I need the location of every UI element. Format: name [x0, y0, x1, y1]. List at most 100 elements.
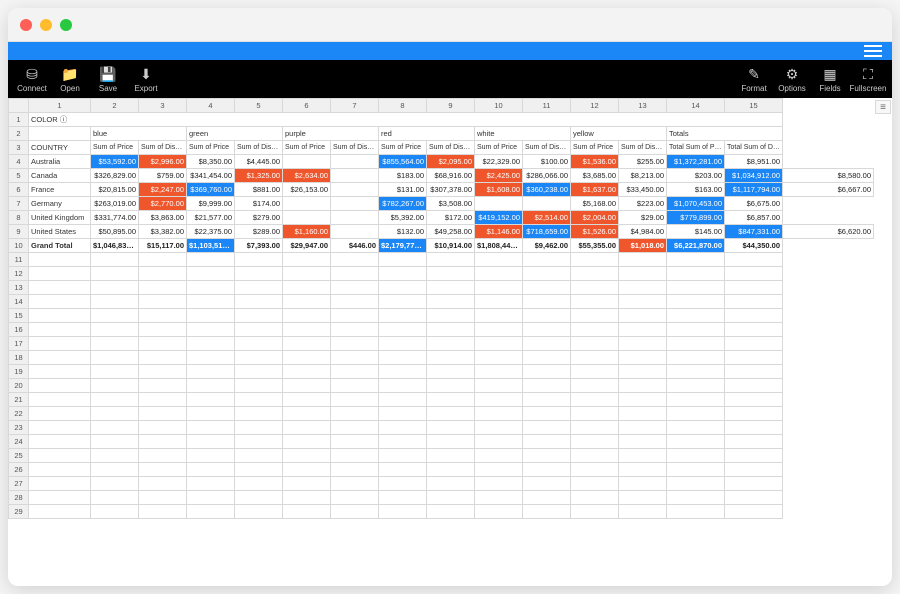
- empty-cell[interactable]: [379, 267, 427, 281]
- empty-cell[interactable]: [427, 309, 475, 323]
- data-cell[interactable]: $49,258.00: [427, 225, 475, 239]
- empty-cell[interactable]: [139, 309, 187, 323]
- empty-cell[interactable]: [29, 281, 91, 295]
- empty-cell[interactable]: [91, 379, 139, 393]
- pivot-table[interactable]: 1234567891011121314151COLOR ⓘ2bluegreenp…: [8, 98, 874, 519]
- data-cell[interactable]: $1,117,794.00: [725, 183, 783, 197]
- empty-cell[interactable]: [331, 323, 379, 337]
- metric-header[interactable]: Sum of Price: [91, 141, 139, 155]
- empty-cell[interactable]: [667, 421, 725, 435]
- empty-cell[interactable]: [667, 379, 725, 393]
- empty-cell[interactable]: [379, 407, 427, 421]
- empty-cell[interactable]: [187, 267, 235, 281]
- empty-cell[interactable]: [235, 309, 283, 323]
- empty-cell[interactable]: [427, 435, 475, 449]
- data-cell[interactable]: [331, 225, 379, 239]
- empty-cell[interactable]: [283, 267, 331, 281]
- empty-cell[interactable]: [283, 435, 331, 449]
- data-cell[interactable]: $331,774.00: [91, 211, 139, 225]
- empty-cell[interactable]: [523, 421, 571, 435]
- metric-header[interactable]: Sum of Discount: [331, 141, 379, 155]
- empty-cell[interactable]: [475, 491, 523, 505]
- empty-cell[interactable]: [571, 253, 619, 267]
- empty-cell[interactable]: [187, 309, 235, 323]
- empty-cell[interactable]: [725, 295, 783, 309]
- empty-cell[interactable]: [283, 407, 331, 421]
- empty-cell[interactable]: [187, 351, 235, 365]
- empty-cell[interactable]: [139, 463, 187, 477]
- empty-cell[interactable]: [283, 505, 331, 519]
- data-cell[interactable]: $15,117.00: [139, 239, 187, 253]
- data-cell[interactable]: $6,675.00: [725, 197, 783, 211]
- empty-cell[interactable]: [667, 337, 725, 351]
- empty-cell[interactable]: [725, 421, 783, 435]
- empty-cell[interactable]: [235, 323, 283, 337]
- pivot-field-header[interactable]: COLOR ⓘ: [29, 113, 783, 127]
- data-cell[interactable]: $145.00: [667, 225, 725, 239]
- data-cell[interactable]: [475, 197, 523, 211]
- empty-cell[interactable]: [91, 281, 139, 295]
- empty-cell[interactable]: [91, 491, 139, 505]
- country-cell[interactable]: Grand Total: [29, 239, 91, 253]
- empty-cell[interactable]: [725, 267, 783, 281]
- empty-cell[interactable]: [667, 463, 725, 477]
- empty-cell[interactable]: [523, 505, 571, 519]
- empty-cell[interactable]: [523, 491, 571, 505]
- empty-cell[interactable]: [187, 407, 235, 421]
- col-header[interactable]: 4: [187, 99, 235, 113]
- country-cell[interactable]: France: [29, 183, 91, 197]
- data-cell[interactable]: $172.00: [427, 211, 475, 225]
- empty-cell[interactable]: [235, 463, 283, 477]
- data-cell[interactable]: $3,382.00: [139, 225, 187, 239]
- empty-cell[interactable]: [571, 421, 619, 435]
- data-cell[interactable]: $1,018.00: [619, 239, 667, 253]
- data-cell[interactable]: $3,685.00: [571, 169, 619, 183]
- empty-cell[interactable]: [475, 379, 523, 393]
- empty-cell[interactable]: [187, 477, 235, 491]
- empty-cell[interactable]: [379, 351, 427, 365]
- data-cell[interactable]: $847,331.00: [725, 225, 783, 239]
- options-button[interactable]: ⚙Options: [774, 61, 810, 97]
- metric-header[interactable]: Sum of Price: [187, 141, 235, 155]
- empty-cell[interactable]: [619, 337, 667, 351]
- empty-cell[interactable]: [139, 365, 187, 379]
- empty-cell[interactable]: [427, 253, 475, 267]
- empty-cell[interactable]: [235, 435, 283, 449]
- empty-cell[interactable]: [139, 407, 187, 421]
- empty-cell[interactable]: [427, 337, 475, 351]
- empty-cell[interactable]: [667, 267, 725, 281]
- empty-cell[interactable]: [523, 253, 571, 267]
- data-cell[interactable]: $255.00: [619, 155, 667, 169]
- empty-cell[interactable]: [475, 449, 523, 463]
- metric-header[interactable]: Sum of Discount: [619, 141, 667, 155]
- data-cell[interactable]: [283, 197, 331, 211]
- empty-cell[interactable]: [235, 407, 283, 421]
- empty-cell[interactable]: [91, 267, 139, 281]
- color-group-header[interactable]: green: [187, 127, 283, 141]
- data-cell[interactable]: $1,637.00: [571, 183, 619, 197]
- empty-cell[interactable]: [725, 309, 783, 323]
- empty-cell[interactable]: [235, 337, 283, 351]
- empty-cell[interactable]: [667, 435, 725, 449]
- empty-cell[interactable]: [725, 435, 783, 449]
- empty-cell[interactable]: [475, 421, 523, 435]
- empty-cell[interactable]: [139, 491, 187, 505]
- empty-cell[interactable]: [667, 253, 725, 267]
- empty-cell[interactable]: [619, 393, 667, 407]
- empty-cell[interactable]: [725, 491, 783, 505]
- empty-cell[interactable]: [331, 295, 379, 309]
- data-cell[interactable]: $8,580.00: [783, 169, 874, 183]
- metric-header[interactable]: Total Sum of Price: [667, 141, 725, 155]
- data-cell[interactable]: [331, 197, 379, 211]
- data-cell[interactable]: $3,508.00: [427, 197, 475, 211]
- data-cell[interactable]: $29,947.00: [283, 239, 331, 253]
- empty-cell[interactable]: [139, 421, 187, 435]
- empty-cell[interactable]: [331, 393, 379, 407]
- data-cell[interactable]: $6,857.00: [725, 211, 783, 225]
- color-group-header[interactable]: blue: [91, 127, 187, 141]
- empty-cell[interactable]: [139, 393, 187, 407]
- empty-cell[interactable]: [29, 435, 91, 449]
- empty-cell[interactable]: [619, 407, 667, 421]
- empty-cell[interactable]: [523, 281, 571, 295]
- empty-cell[interactable]: [619, 463, 667, 477]
